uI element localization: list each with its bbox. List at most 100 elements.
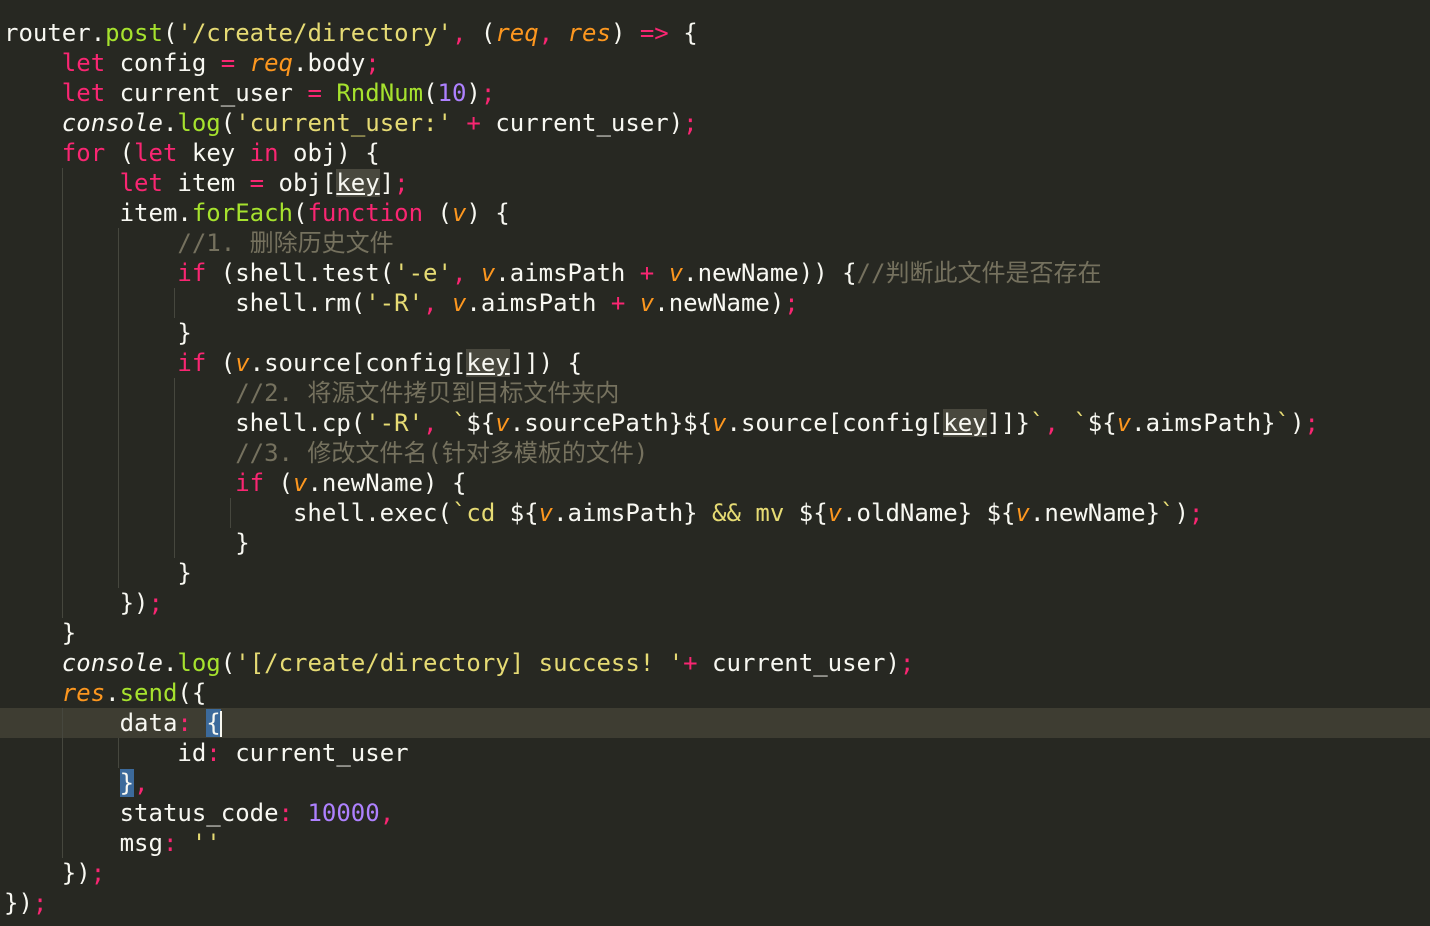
- code-line[interactable]: for (let key in obj) {: [0, 138, 1430, 168]
- code-keyword: let: [134, 139, 178, 167]
- code-function: log: [177, 109, 221, 137]
- code-line[interactable]: res.send({: [0, 678, 1430, 708]
- indent-guide: [62, 588, 63, 618]
- code-string: '/create/directory': [177, 19, 452, 47]
- code-text: (: [220, 649, 236, 677]
- indent-guide: [62, 168, 63, 198]
- code-keyword: =: [307, 79, 322, 107]
- code-line[interactable]: }: [0, 558, 1430, 588]
- code-number: 10: [437, 79, 467, 107]
- code-punctuation: ;: [90, 859, 106, 887]
- code-text: (: [293, 199, 308, 227]
- code-parameter: res: [61, 679, 106, 707]
- code-punctuation: :: [278, 799, 308, 827]
- code-text: .: [162, 649, 178, 677]
- code-string: [972, 499, 986, 527]
- code-line[interactable]: }: [0, 528, 1430, 558]
- code-line[interactable]: let item = obj[key];: [0, 168, 1430, 198]
- code-punctuation: ,: [1044, 409, 1074, 437]
- code-editor[interactable]: router.post('/create/directory', (req, r…: [0, 0, 1430, 926]
- code-line[interactable]: if (v.source[config[key]]) {: [0, 348, 1430, 378]
- code-line[interactable]: let current_user = RndNum(10);: [0, 78, 1430, 108]
- indent-guide: [174, 528, 175, 558]
- code-keyword: let: [119, 169, 163, 197]
- indent-guide: [62, 768, 63, 798]
- code-line[interactable]: console.log('[/create/directory] success…: [0, 648, 1430, 678]
- code-line[interactable]: if (v.newName) {: [0, 468, 1430, 498]
- code-text: ): [466, 79, 481, 107]
- code-text: ]: [379, 169, 395, 197]
- code-line[interactable]: shell.cp('-R', `${v.sourcePath}${v.sourc…: [0, 408, 1430, 438]
- code-line[interactable]: }: [0, 318, 1430, 348]
- code-text: status_code: [119, 799, 279, 827]
- indent-guide: [118, 318, 119, 348]
- code-text: (: [423, 79, 438, 107]
- code-line[interactable]: id: current_user: [0, 738, 1430, 768]
- code-line[interactable]: shell.exec(`cd ${v.aimsPath} && mv ${v.o…: [0, 498, 1430, 528]
- indent-guide: [62, 228, 63, 258]
- code-line[interactable]: console.log('current_user:' + current_us…: [0, 108, 1430, 138]
- code-text: shell.rm(: [235, 289, 366, 317]
- indent-guide: [174, 468, 175, 498]
- code-comment: //3. 修改文件名(针对多模板的文件): [235, 439, 649, 467]
- code-line[interactable]: msg: '': [0, 828, 1430, 858]
- code-line[interactable]: item.forEach(function (v) {: [0, 198, 1430, 228]
- code-keyword: =: [220, 49, 236, 77]
- code-text: current_user: [235, 739, 409, 767]
- code-line[interactable]: let config = req.body;: [0, 48, 1430, 78]
- code-parameter: v: [1116, 409, 1132, 437]
- code-highlighted-word: key: [466, 349, 510, 377]
- code-text: }): [61, 859, 91, 887]
- code-line[interactable]: },: [0, 768, 1430, 798]
- code-line[interactable]: router.post('/create/directory', (req, r…: [0, 18, 1430, 48]
- code-text: }): [4, 889, 33, 917]
- code-line[interactable]: });: [0, 588, 1430, 618]
- code-string: '': [191, 829, 221, 857]
- code-text: .source[config[: [249, 349, 467, 377]
- code-line[interactable]: });: [0, 858, 1430, 888]
- code-text: obj) {: [278, 139, 380, 167]
- code-text: obj[: [264, 169, 337, 197]
- code-builtin: console: [61, 649, 163, 677]
- code-punctuation: :: [177, 709, 207, 737]
- code-string: 'current_user:': [235, 109, 452, 137]
- indent-guide: [62, 708, 63, 738]
- code-matched-bracket: }: [119, 769, 135, 797]
- code-line[interactable]: }: [0, 618, 1430, 648]
- code-text: data: [119, 709, 178, 737]
- code-text: .newName}: [1029, 499, 1161, 527]
- code-line[interactable]: //1. 删除历史文件: [0, 228, 1430, 258]
- code-line-active[interactable]: data: {: [0, 708, 1430, 738]
- code-text: .: [105, 679, 120, 707]
- code-text: key: [177, 139, 250, 167]
- code-line[interactable]: shell.rm('-R', v.aimsPath + v.newName);: [0, 288, 1430, 318]
- code-keyword: if: [235, 469, 265, 497]
- indent-guide: [174, 288, 175, 318]
- code-string: '-R': [365, 409, 424, 437]
- code-parameter: v: [495, 409, 510, 437]
- code-text: .newName) {: [307, 469, 467, 497]
- code-parameter: v: [293, 469, 308, 497]
- code-parameter: v: [639, 289, 655, 317]
- code-string: '[/create/directory] success! ': [235, 649, 684, 677]
- code-line[interactable]: status_code: 10000,: [0, 798, 1430, 828]
- code-text: ): [1174, 499, 1189, 527]
- code-line[interactable]: //3. 修改文件名(针对多模板的文件): [0, 438, 1430, 468]
- code-text: ({: [177, 679, 207, 707]
- code-text: .oldName}: [842, 499, 973, 527]
- code-line[interactable]: //2. 将源文件拷贝到目标文件夹内: [0, 378, 1430, 408]
- code-line[interactable]: if (shell.test('-e', v.aimsPath + v.newN…: [0, 258, 1430, 288]
- code-text: current_user): [480, 109, 684, 137]
- code-string: `: [1160, 499, 1175, 527]
- code-line[interactable]: });: [0, 888, 1430, 918]
- code-parameter: v: [538, 499, 554, 527]
- code-parameter: v: [451, 289, 467, 317]
- code-text: .: [162, 109, 178, 137]
